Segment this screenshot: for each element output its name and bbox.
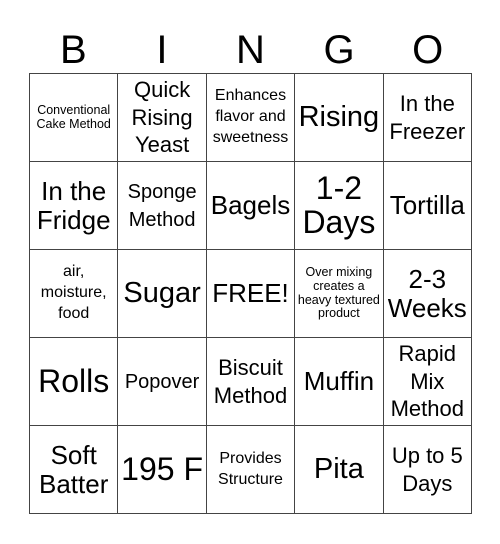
bingo-cell[interactable]: Conventional Cake Method	[30, 74, 119, 162]
bingo-cell[interactable]: air, moisture, food	[30, 250, 119, 338]
bingo-cell[interactable]: Over mixing creates a heavy textured pro…	[295, 250, 384, 338]
bingo-cell[interactable]: Quick Rising Yeast	[118, 74, 207, 162]
header-letter-b: B	[59, 28, 87, 72]
bingo-cell[interactable]: In the Freezer	[383, 74, 472, 162]
bingo-cell[interactable]: Pita	[295, 426, 384, 514]
bingo-cell[interactable]: 1-2 Days	[295, 162, 384, 250]
free-space[interactable]: FREE!	[206, 250, 296, 338]
bingo-cell[interactable]: Up to 5 Days	[383, 426, 472, 514]
bingo-cell[interactable]: Rolls	[30, 338, 119, 426]
bingo-cell[interactable]: 2-3 Weeks	[383, 250, 472, 338]
header-letter-o: O	[412, 28, 444, 72]
bingo-cell[interactable]: In the Fridge	[30, 162, 119, 250]
bingo-cell[interactable]: Rapid Mix Method	[383, 338, 472, 426]
bingo-cell[interactable]: 195 F	[118, 426, 207, 514]
header-letter-n: N	[236, 28, 265, 72]
bingo-cell[interactable]: Enhances flavor and sweetness	[206, 74, 296, 162]
bingo-cell[interactable]: Bagels	[206, 162, 296, 250]
bingo-cell[interactable]: Sugar	[118, 250, 207, 338]
bingo-cell[interactable]: Tortilla	[383, 162, 472, 250]
bingo-header: B I N G O	[29, 28, 472, 72]
header-letter-g: G	[323, 28, 355, 72]
bingo-cell[interactable]: Soft Batter	[30, 426, 119, 514]
bingo-cell[interactable]: Sponge Method	[118, 162, 207, 250]
bingo-cell[interactable]: Muffin	[295, 338, 384, 426]
bingo-cell[interactable]: Popover	[118, 338, 207, 426]
bingo-cell[interactable]: Rising	[295, 74, 384, 162]
header-letter-i: I	[156, 28, 168, 72]
bingo-cell[interactable]: Provides Structure	[206, 426, 296, 514]
bingo-card: Conventional Cake Method Quick Rising Ye…	[29, 73, 472, 514]
bingo-cell[interactable]: Biscuit Method	[206, 338, 296, 426]
